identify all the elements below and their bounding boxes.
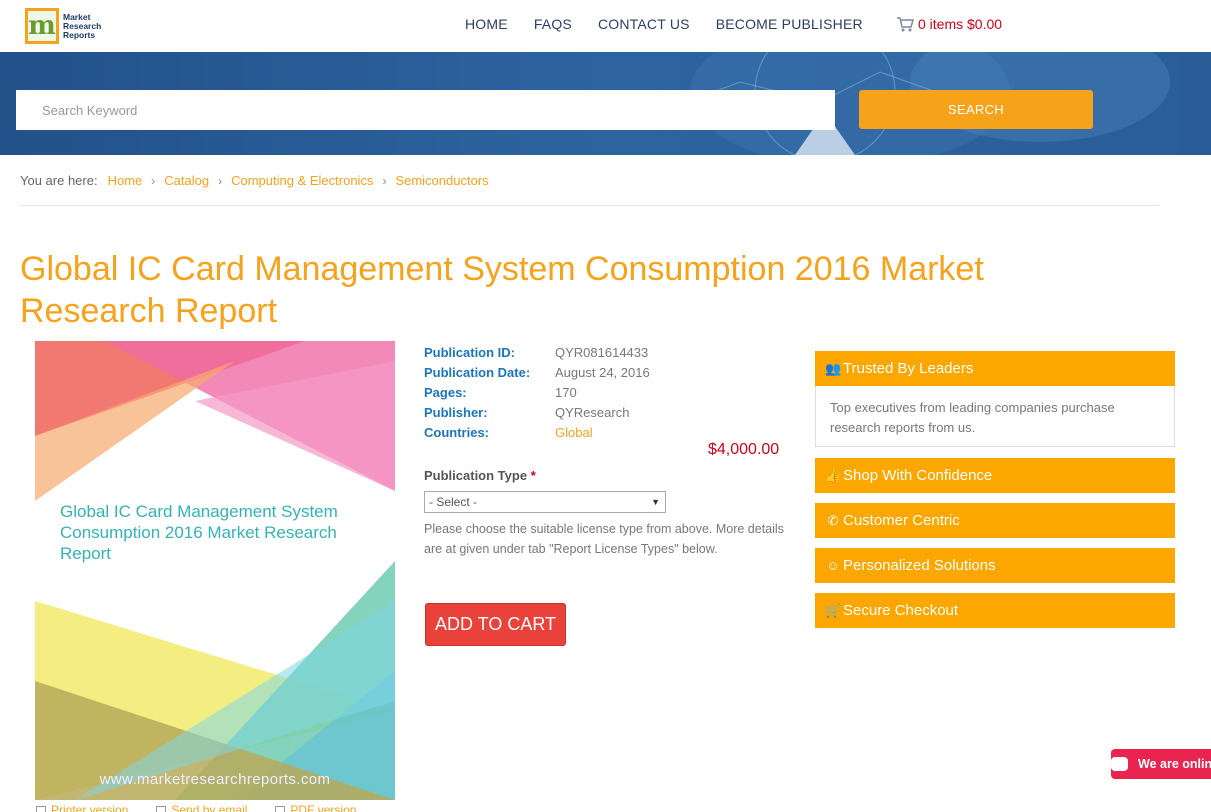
trusted-by-leaders-header: 👥 Trusted By Leaders	[815, 351, 1175, 386]
thumbs-up-icon: 👍	[825, 467, 842, 483]
detail-key: Pages:	[424, 385, 467, 400]
email-icon	[156, 805, 167, 812]
detail-row: Publisher: QYResearch	[424, 403, 650, 423]
cover-url: www.marketresearchreports.com	[99, 771, 331, 788]
chevron-right-icon: ›	[151, 173, 156, 188]
phone-icon: ✆	[827, 512, 839, 528]
detail-key: Publisher:	[424, 405, 488, 420]
publication-type-hint: Please choose the suitable license type …	[424, 522, 784, 556]
publication-type-label: Publication Type *	[424, 468, 536, 483]
trusted-by-leaders-body: Top executives from leading companies pu…	[815, 386, 1175, 447]
cover-title: Global IC Card Management System Consump…	[60, 502, 338, 563]
printer-version-link[interactable]: Printer version	[36, 803, 142, 812]
logo-mark: m	[25, 8, 59, 44]
detail-key: Publication Date:	[424, 365, 531, 380]
customer-centric-panel[interactable]: ✆ Customer Centric	[815, 503, 1175, 538]
main-nav: HOME FAQS CONTACT US BECOME PUBLISHER	[465, 16, 889, 32]
publication-type-select[interactable]: - Select - ▼	[424, 491, 666, 513]
report-actions: Printer version Send by email PDF versio…	[36, 803, 384, 812]
divider	[20, 205, 1159, 206]
detail-row: Pages: 170	[424, 383, 650, 403]
nav-contact-us[interactable]: CONTACT US	[598, 16, 690, 32]
detail-value: QYResearch	[555, 405, 630, 420]
chevron-right-icon: ›	[382, 173, 387, 188]
breadcrumb-semiconductors[interactable]: Semiconductors	[395, 173, 488, 188]
cart-icon: 🛒	[825, 602, 842, 618]
chat-widget[interactable]: We are online	[1111, 749, 1211, 779]
detail-key: Countries:	[424, 425, 489, 440]
detail-row: Publication ID: QYR081614433	[424, 343, 650, 363]
nav-faqs[interactable]: FAQS	[534, 16, 572, 32]
breadcrumb-catalog[interactable]: Catalog	[164, 173, 209, 188]
detail-key: Publication ID:	[424, 345, 515, 360]
report-price: $4,000.00	[708, 441, 780, 458]
site-header: m Market Research Reports HOME FAQS CONT…	[0, 0, 1211, 52]
site-logo[interactable]: m Market Research Reports	[25, 6, 107, 46]
page-title: Global IC Card Management System Consump…	[20, 250, 984, 330]
personalized-solutions-panel[interactable]: ☺ Personalized Solutions	[815, 548, 1175, 583]
detail-row: Publication Date: August 24, 2016	[424, 363, 650, 383]
chat-label: We are online	[1138, 757, 1211, 771]
dropdown-arrow-icon: ▼	[651, 497, 660, 507]
pdf-icon	[275, 805, 286, 812]
send-by-email-link[interactable]: Send by email	[156, 803, 261, 812]
cart-icon	[897, 16, 914, 31]
report-details: Publication ID: QYR081614433 Publication …	[424, 343, 650, 443]
detail-value: QYR081614433	[555, 345, 649, 360]
shop-with-confidence-panel[interactable]: 👍 Shop With Confidence	[815, 458, 1175, 493]
countries-link[interactable]: Global	[555, 423, 593, 443]
cart-text: 0 items $0.00	[918, 16, 1003, 32]
breadcrumb-home[interactable]: Home	[108, 173, 143, 188]
secure-checkout-panel[interactable]: 🛒 Secure Checkout	[815, 593, 1175, 628]
breadcrumb: You are here: Home › Catalog › Computing…	[20, 173, 489, 188]
logo-text: Market Research Reports	[63, 11, 102, 40]
search-input[interactable]	[16, 90, 835, 130]
nav-become-publisher[interactable]: BECOME PUBLISHER	[716, 16, 863, 32]
pdf-version-link[interactable]: PDF version	[275, 803, 370, 812]
breadcrumb-computing-electronics[interactable]: Computing & Electronics	[231, 173, 373, 188]
chevron-right-icon: ›	[218, 173, 223, 188]
nav-home[interactable]: HOME	[465, 16, 508, 32]
smile-icon: ☺	[826, 558, 840, 573]
breadcrumb-label: You are here:	[20, 173, 98, 188]
detail-value: August 24, 2016	[555, 365, 650, 380]
search-banner: SEARCH	[0, 52, 1211, 155]
chat-bubble-icon	[1111, 749, 1128, 779]
cart-summary[interactable]: 0 items $0.00	[897, 16, 1002, 32]
cover-graphic	[35, 341, 395, 800]
search-button[interactable]: SEARCH	[859, 90, 1093, 129]
select-value: - Select -	[429, 495, 478, 509]
detail-value: 170	[555, 385, 577, 400]
report-cover-image: Global IC Card Management System Consump…	[35, 341, 395, 800]
printer-icon	[36, 805, 46, 812]
detail-row: Countries: Global	[424, 423, 650, 443]
required-mark: *	[530, 468, 536, 483]
users-icon: 👥	[825, 360, 842, 376]
add-to-cart-button[interactable]: ADD TO CART	[425, 603, 566, 646]
